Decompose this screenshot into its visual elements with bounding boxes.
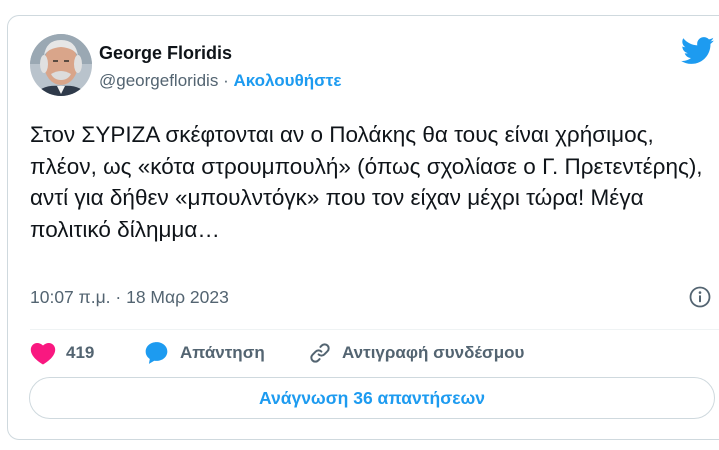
heart-icon <box>30 342 56 365</box>
info-icon[interactable] <box>689 286 711 308</box>
read-replies-button[interactable]: Ανάγνωση 36 απαντήσεων <box>29 377 715 419</box>
avatar[interactable] <box>30 34 92 96</box>
separator-dot: · <box>223 71 229 90</box>
reply-button[interactable]: Απάντηση <box>143 338 265 368</box>
author-name[interactable]: George Floridis <box>99 43 232 64</box>
copy-link-button[interactable]: Αντιγραφή συνδέσμου <box>308 338 524 368</box>
tweet-timestamp[interactable]: 10:07 π.μ. · 18 Μαρ 2023 <box>30 287 229 308</box>
tweet-card: George Floridis @georgefloridis · Ακολου… <box>7 15 719 440</box>
author-handle-row: @georgefloridis · Ακολουθήστε <box>99 71 341 91</box>
divider <box>30 329 719 330</box>
reply-bubble-icon <box>145 342 168 364</box>
author-handle[interactable]: @georgefloridis <box>99 71 218 90</box>
copy-link-label: Αντιγραφή συνδέσμου <box>342 343 525 362</box>
follow-button[interactable]: Ακολουθήστε <box>233 71 341 90</box>
reply-label: Απάντηση <box>180 343 265 362</box>
like-button[interactable]: 419 <box>30 338 94 368</box>
link-icon <box>310 343 330 363</box>
like-count: 419 <box>66 343 95 362</box>
tweet-text: Στον ΣΥΡΙΖΑ σκέφτονται αν ο Πολάκης θα τ… <box>30 122 703 242</box>
twitter-bird-icon[interactable] <box>680 37 715 65</box>
